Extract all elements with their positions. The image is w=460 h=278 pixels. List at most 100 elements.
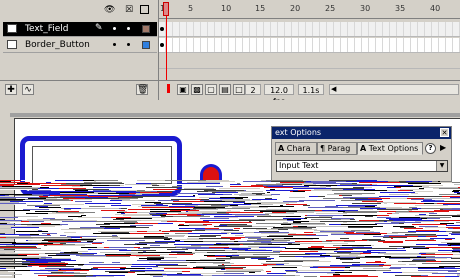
keyframe[interactable] (160, 43, 164, 47)
artifact-strip (216, 271, 223, 272)
artifact-strip (387, 190, 398, 191)
artifact-strip (264, 252, 280, 253)
layer-icon (7, 40, 17, 49)
visibility-dot[interactable] (113, 27, 116, 30)
visibility-dot[interactable] (113, 43, 116, 46)
artifact-strip (189, 225, 207, 226)
panel-menu-arrow-icon[interactable]: ▶ (440, 143, 446, 152)
outline-icon[interactable] (140, 5, 149, 14)
add-guide-layer-icon[interactable]: ∿ (22, 84, 34, 95)
frame-row-text-field[interactable] (159, 22, 460, 37)
artifact-strip (425, 227, 446, 228)
artifact-strip (39, 266, 47, 267)
tab-text-options[interactable]: A Text Options (357, 142, 423, 155)
artifact-strip (231, 233, 243, 234)
artifact-strip (304, 232, 313, 233)
artifact-strip (389, 258, 410, 259)
layer-color-swatch[interactable] (142, 41, 150, 49)
artifact-strip (107, 240, 145, 241)
lock-dot[interactable] (127, 43, 130, 46)
lock-dot[interactable] (127, 27, 130, 30)
artifact-strip (258, 259, 271, 260)
artifact-strip (356, 221, 384, 222)
ruler-label: 35 (395, 4, 406, 13)
lock-icon[interactable]: ☒ (124, 5, 134, 15)
artifact-strip (348, 266, 383, 267)
artifact-strip (266, 271, 271, 272)
text-field-shape[interactable] (32, 146, 172, 184)
artifact-strip (0, 204, 15, 205)
edit-multiple-frames-icon[interactable]: ▤ (219, 84, 231, 95)
layer-row-text-field[interactable]: Text_Field ✎ (3, 22, 157, 37)
artifact-strip (0, 217, 18, 218)
artifact-strip (387, 233, 398, 234)
layer-color-swatch[interactable] (142, 25, 150, 33)
artifact-strip (62, 221, 96, 222)
onion-outline-icon[interactable]: ▢ (205, 84, 217, 95)
artifact-strip (57, 200, 71, 201)
scroll-left-icon[interactable]: ◀ (331, 85, 336, 94)
artifact-strip (256, 229, 278, 230)
artifact-strip (15, 216, 38, 217)
artifact-strip (0, 250, 37, 251)
artifact-strip (75, 190, 88, 191)
artifact-strip (415, 215, 429, 216)
center-frame-icon[interactable]: ▣ (177, 84, 189, 95)
red-shape[interactable] (200, 164, 222, 180)
artifact-strip (159, 185, 165, 186)
keyframe[interactable] (160, 27, 164, 31)
artifact-strip (119, 250, 131, 251)
artifact-strip (208, 222, 225, 223)
tab-label: Parag (327, 144, 351, 153)
artifact-strip (175, 233, 188, 234)
artifact-strip (237, 252, 264, 253)
artifact-strip (344, 241, 355, 242)
artifact-strip (75, 201, 92, 202)
artifact-strip (338, 249, 348, 250)
artifact-strip (421, 254, 453, 255)
artifact-strip (413, 191, 433, 192)
artifact-strip (83, 180, 94, 181)
artifact-strip (360, 209, 373, 210)
tab-paragraph[interactable]: ¶ Parag (317, 142, 357, 155)
layer-icon (7, 24, 17, 33)
artifact-strip (92, 243, 102, 244)
artifact-strip (185, 222, 208, 223)
close-icon[interactable]: ✕ (440, 128, 449, 137)
frame-rate[interactable]: 12.0 fps (264, 84, 294, 106)
artifact-strip (27, 266, 32, 267)
artifact-strip (123, 215, 152, 216)
artifact-strip (456, 222, 460, 223)
artifact-strip (392, 224, 395, 225)
timeline-scrollbar[interactable]: ◀ (329, 84, 459, 95)
chevron-down-icon[interactable]: ▼ (436, 161, 447, 171)
artifact-strip (225, 250, 238, 251)
artifact-strip (439, 194, 460, 195)
trash-icon[interactable]: 🗑 (136, 84, 148, 95)
onion-skin-icon[interactable]: ▩ (191, 84, 203, 95)
artifact-strip (216, 208, 250, 209)
help-icon[interactable]: ? (425, 143, 436, 154)
layer-row-border-button[interactable]: Border_Button (3, 38, 157, 53)
text-options-icon: A (360, 144, 367, 153)
artifact-strip (104, 228, 120, 229)
artifact-strip (267, 273, 286, 274)
panel-title-bar[interactable]: ext Options ✕ (272, 127, 451, 139)
frame-ruler[interactable]: 1 5 10 15 20 25 30 35 40 (159, 0, 460, 19)
artifact-strip (264, 187, 293, 188)
artifact-strip (197, 191, 208, 192)
layer-toolbar: ✚ ∿ 🗑 (0, 80, 158, 99)
artifact-strip (182, 271, 190, 272)
frame-row-border-button[interactable] (159, 38, 460, 53)
artifact-strip (381, 229, 404, 230)
playhead[interactable] (163, 2, 169, 16)
add-layer-icon[interactable]: ✚ (5, 84, 17, 95)
artifact-strip (438, 268, 460, 269)
eye-icon[interactable]: 👁 (104, 5, 115, 15)
artifact-strip (387, 183, 400, 184)
onion-markers-icon[interactable]: □ (233, 84, 245, 95)
artifact-strip (383, 237, 407, 238)
text-type-select[interactable]: Input Text ▼ (276, 160, 448, 172)
artifact-strip (130, 233, 164, 234)
tab-character[interactable]: A Chara (275, 142, 317, 155)
